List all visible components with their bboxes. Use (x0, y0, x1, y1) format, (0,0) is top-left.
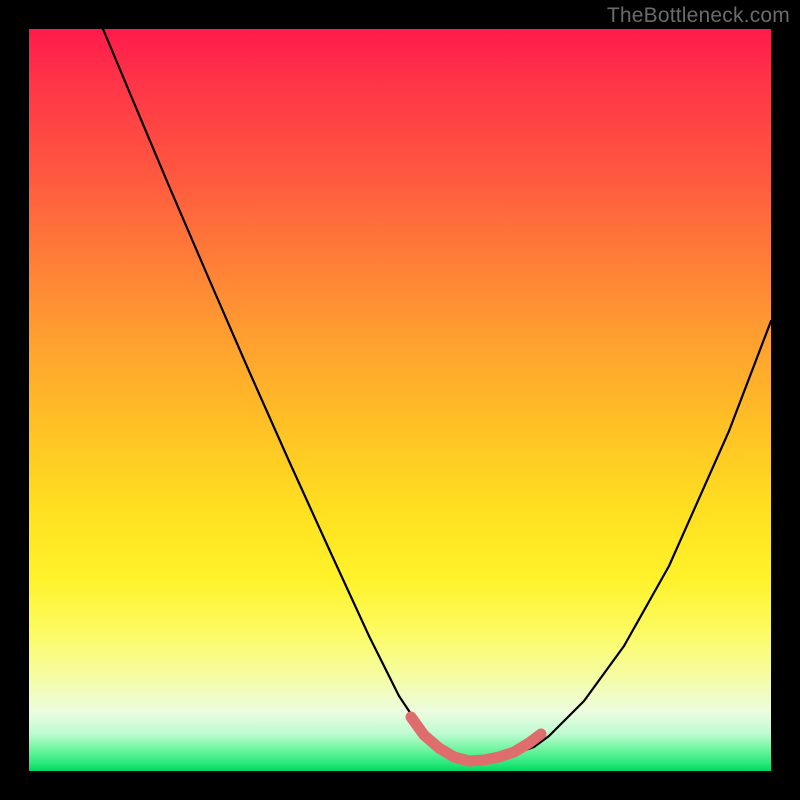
watermark-label: TheBottleneck.com (607, 4, 790, 28)
optimal-zone-highlight (411, 717, 541, 761)
curve-layer (29, 29, 771, 771)
bottleneck-curve (103, 29, 771, 761)
plot-area (29, 29, 771, 771)
chart-stage: TheBottleneck.com (0, 0, 800, 800)
